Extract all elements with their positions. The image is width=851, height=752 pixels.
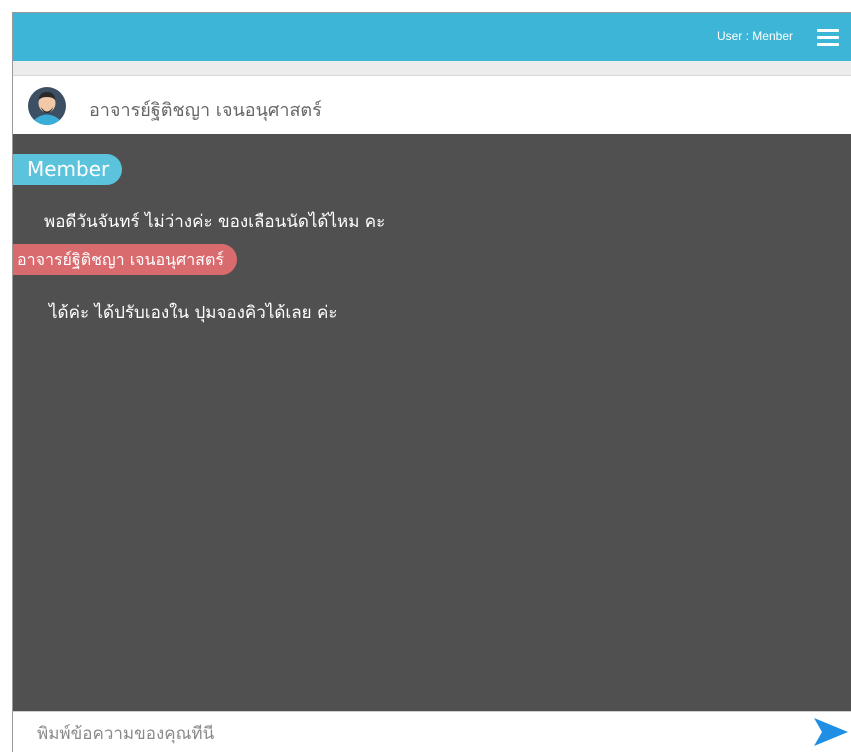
app-window: User : Menber อาจารย์ฐิติชญา เจนอนุศาสตร… [12, 12, 851, 752]
hamburger-menu-icon[interactable] [817, 29, 839, 47]
sender-tag-member: Member [13, 154, 123, 185]
chat-area[interactable]: Member พอดีวันจันทร์ ไม่ว่างค่ะ ของเลือน… [13, 134, 851, 711]
send-arrow-icon[interactable] [813, 717, 849, 747]
user-label: User : Menber [716, 29, 793, 43]
top-bar: User : Menber [13, 13, 851, 61]
chat-header: อาจารย์ฐิติชญา เจนอนุศาสตร์ [13, 75, 851, 134]
contact-name: อาจารย์ฐิติชญา เจนอนุศาสตร์ [89, 100, 322, 121]
message-input[interactable] [35, 718, 799, 750]
message-composer [13, 711, 851, 752]
message-text: ได้ค่ะ ได้ปรับเองใน ปุมจองคิวได้เลย ค่ะ [49, 303, 338, 323]
message-text: พอดีวันจันทร์ ไม่ว่างค่ะ ของเลือนนัดได้ไ… [44, 212, 386, 232]
sender-tag-teacher: อาจารย์ฐิติชญา เจนอนุศาสตร์ [13, 244, 237, 275]
top-bar-divider [13, 61, 851, 75]
user-avatar-icon [28, 87, 66, 125]
